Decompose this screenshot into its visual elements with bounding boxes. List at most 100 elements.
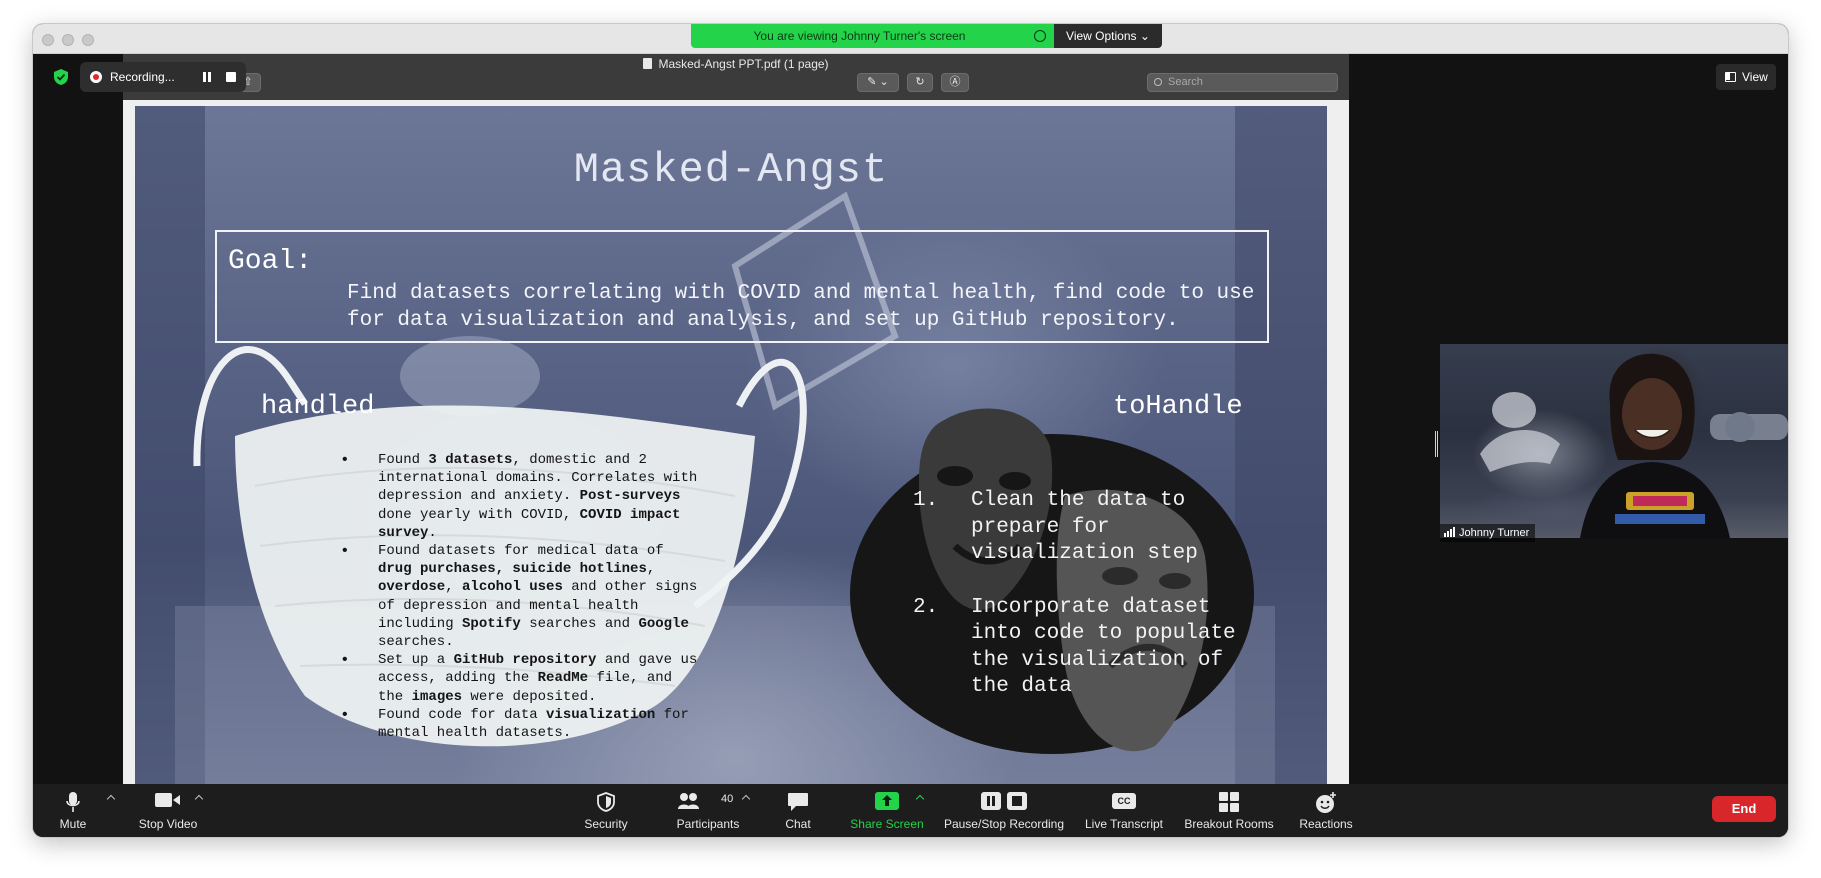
shared-pdf-window: Masked-Angst PPT.pdf (1 page) ▦ − + ⇧ ✎ … [123, 54, 1349, 784]
reactions-smiley-icon [1316, 792, 1336, 813]
view-label: View [1742, 70, 1768, 84]
annotate-icon[interactable]: Ⓐ [941, 73, 969, 92]
handled-item-highlight: Post-surveys [579, 488, 681, 505]
participant-name: Johnny Turner [1459, 527, 1530, 539]
pdf-toolbar: Masked-Angst PPT.pdf (1 page) ▦ − + ⇧ ✎ … [123, 54, 1349, 100]
pause-stop-recording-label: Pause/Stop Recording [943, 817, 1065, 831]
reactions-button[interactable]: Reactions [1291, 784, 1361, 837]
breakout-rooms-label: Breakout Rooms [1184, 817, 1274, 831]
layout-icon [1725, 72, 1736, 82]
live-transcript-label: Live Transcript [1084, 817, 1164, 831]
pause-stop-recording-button[interactable]: Pause/Stop Recording [939, 784, 1069, 837]
participant-video-feed [1440, 344, 1788, 538]
handled-item-text: , [445, 579, 463, 596]
mute-button[interactable]: Mute [47, 784, 99, 837]
breakout-rooms-button[interactable]: Breakout Rooms [1179, 784, 1279, 837]
minimize-window-button[interactable] [62, 34, 74, 46]
zoom-window-button[interactable] [82, 34, 94, 46]
chat-button[interactable]: Chat [773, 784, 823, 837]
pause-stop-recording-icon [981, 792, 1027, 810]
tohandle-heading: toHandle [1113, 392, 1243, 422]
handled-item-highlight: Google [638, 615, 689, 632]
pdf-search-field[interactable]: Search [1147, 73, 1338, 92]
stop-video-button[interactable]: Stop Video [129, 784, 207, 837]
end-meeting-button[interactable]: End [1712, 796, 1776, 822]
share-screen-button[interactable]: Share Screen [845, 784, 929, 837]
handled-item-text: Found datasets for medical data of [378, 543, 664, 560]
encryption-shield-icon[interactable] [53, 68, 69, 86]
share-status-icon [1034, 30, 1046, 42]
audio-options-caret-icon[interactable] [106, 794, 116, 804]
slide: Masked-Angst Goal: Find datasets correla… [135, 106, 1327, 784]
security-label: Security [584, 817, 628, 831]
markup-pen-icon[interactable]: ✎ ⌄ [857, 73, 899, 92]
stop-recording-icon[interactable] [226, 72, 236, 82]
live-transcript-button[interactable]: CC Live Transcript [1079, 784, 1169, 837]
participant-name-tag: Johnny Turner [1440, 524, 1536, 542]
pdf-title: Masked-Angst PPT.pdf (1 page) [123, 54, 1349, 74]
share-screen-icon [875, 792, 899, 810]
handled-item-text: . [428, 524, 437, 541]
handled-item-highlight: ReadMe [537, 670, 589, 687]
search-placeholder: Search [1168, 76, 1203, 88]
handled-item-text: searches and [520, 615, 639, 632]
video-panel-resize-handle[interactable] [1435, 431, 1438, 457]
screen-share-banner: You are viewing Johnny Turner's screen [691, 24, 1054, 48]
reactions-label: Reactions [1299, 817, 1353, 831]
handled-item-highlight: drug purchases, suicide hotlines [378, 561, 647, 578]
handled-item-highlight: images [411, 688, 463, 705]
handled-item-highlight: overdose [378, 579, 446, 596]
closed-caption-icon: CC [1112, 793, 1136, 809]
participants-label: Participants [676, 817, 740, 831]
handled-item-text: were deposited. [462, 688, 597, 705]
tohandle-item: 2. Incorporate dataset into code to popul… [913, 595, 1253, 701]
recording-indicator: Recording... [80, 62, 246, 92]
participants-button[interactable]: 40 Participants [663, 784, 753, 837]
participants-count: 40 [721, 793, 734, 805]
tohandle-item-text: Incorporate dataset into code to populat… [971, 595, 1236, 699]
tohandle-item-number: 1. [913, 489, 939, 512]
handled-item-text: Set up a [378, 652, 454, 669]
goal-box: Goal: Find datasets correlating with COV… [215, 230, 1269, 343]
handled-item: Found datasets for medical data of drug … [340, 542, 700, 651]
share-banner-text: You are viewing Johnny Turner's screen [753, 29, 966, 43]
handled-item-highlight: Spotify [462, 615, 521, 632]
security-button[interactable]: Security [571, 784, 641, 837]
pdf-page-area: Masked-Angst Goal: Find datasets correla… [123, 100, 1349, 784]
signal-strength-icon [1444, 527, 1456, 537]
handled-heading: handled [261, 392, 375, 422]
goal-label: Goal: [228, 246, 313, 277]
stop-video-label: Stop Video [138, 817, 198, 831]
video-camera-icon [155, 793, 180, 807]
participants-icon [677, 793, 699, 809]
share-screen-label: Share Screen [850, 817, 924, 831]
handled-item: Found code for data visualization for me… [340, 706, 700, 742]
handled-item-text: done yearly with COVID, [378, 506, 580, 523]
handled-item-highlight: 3 datasets [428, 452, 513, 468]
view-options-button[interactable]: View Options ⌄ [1054, 24, 1162, 48]
search-icon [1154, 78, 1162, 86]
handled-list: Found 3 datasets, domestic and 2 interna… [340, 451, 700, 742]
handled-item-highlight: visualization [546, 706, 656, 723]
meeting-control-bar: Mute Stop Video Security 40 Participants… [33, 784, 1788, 837]
chat-label: Chat [785, 817, 811, 831]
goal-text: Find datasets correlating with COVID and… [347, 282, 1255, 332]
handled-item-highlight: GitHub repository [453, 652, 597, 669]
recording-dot-icon [90, 71, 102, 83]
microphone-icon [66, 792, 80, 812]
security-shield-icon [597, 792, 615, 812]
mute-label: Mute [59, 817, 87, 831]
tohandle-item-number: 2. [913, 595, 939, 619]
participant-video-tile[interactable] [1440, 344, 1788, 538]
view-layout-button[interactable]: View [1716, 64, 1776, 90]
pause-recording-icon[interactable] [202, 72, 212, 82]
chat-bubble-icon [788, 793, 808, 811]
close-window-button[interactable] [42, 34, 54, 46]
handled-item-text: Found [378, 452, 429, 468]
handled-item-text: Found code for data [378, 706, 547, 723]
handled-item-text: , [646, 561, 656, 578]
handled-item-text: searches. [378, 634, 454, 651]
zoom-window: You are viewing Johnny Turner's screen V… [33, 24, 1788, 837]
rotate-icon[interactable]: ↻ [907, 73, 933, 92]
tohandle-list: 1. Clean the data to prepare for visualiz… [913, 488, 1253, 728]
